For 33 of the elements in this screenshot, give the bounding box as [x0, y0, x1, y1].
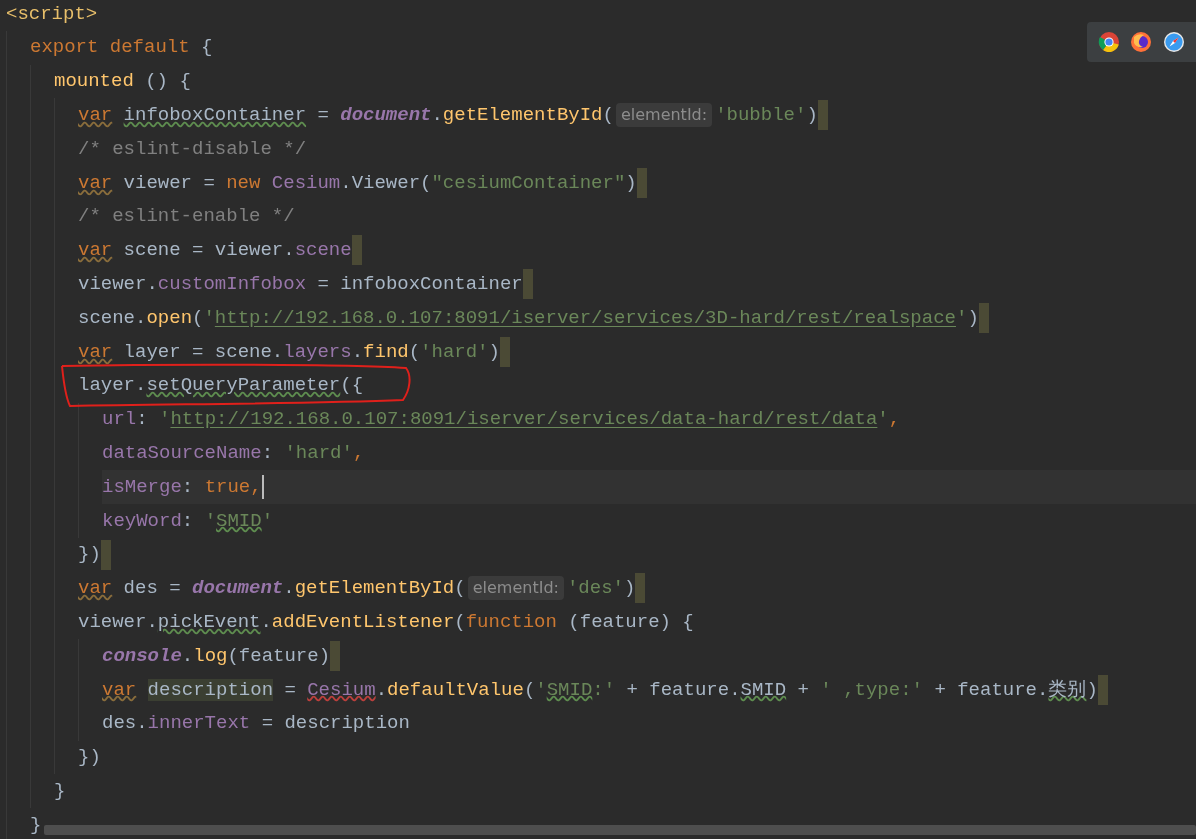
- compass-icon[interactable]: [1162, 31, 1185, 53]
- parameter-hint: elementId:: [615, 103, 713, 128]
- horizontal-scrollbar[interactable]: [44, 825, 1196, 835]
- code-text: mounted () {: [54, 69, 191, 95]
- code-text: }: [54, 778, 66, 804]
- code-text: viewer.customInfobox = infoboxContainer: [78, 272, 523, 297]
- code-text: /* eslint-enable */: [78, 204, 295, 230]
- code-text: }: [30, 812, 42, 838]
- code-text: url: 'http://192.168.0.107:8091/iserver/services/data-hard/rest/data',: [102, 407, 901, 433]
- code-text: var scene = viewer.scene: [78, 238, 352, 264]
- code-text: <script>: [6, 1, 98, 27]
- code-text: scene.open('http://192.168.0.107:8091/iserver/services/3D-hard/rest/realspace'): [78, 305, 979, 331]
- browser-icon[interactable]: [1098, 31, 1121, 53]
- code-text: var description = Cesium.defaultValue('SMID:' + feature.SMID + ' ,type:' + feature.类别): [102, 677, 1098, 703]
- code-text: /* eslint-disable */: [78, 136, 307, 162]
- code-text: var layer = scene.layers.find('hard'): [78, 339, 500, 365]
- code-text: var des = document.getElementById(: [78, 576, 466, 602]
- code-text: des.innerText = description: [102, 711, 410, 737]
- parameter-hint: elementId:: [467, 576, 564, 601]
- code-text: console.log(feature): [102, 643, 331, 669]
- code-text: export default {: [30, 35, 213, 61]
- code-text: 'bubble'): [715, 103, 818, 129]
- code-text: dataSourceName: 'hard',: [102, 441, 365, 466]
- browser-icon[interactable]: [1130, 31, 1153, 53]
- code-text: viewer.pickEvent.addEventListener(function (feature) {: [78, 610, 694, 635]
- code-text: }): [78, 542, 101, 568]
- code-text: layer.setQueryParameter({: [78, 373, 364, 399]
- code-text: }): [78, 745, 101, 771]
- code-text: var infoboxContainer = document.getElementById(: [78, 103, 614, 129]
- code-text: 'des'): [566, 576, 636, 602]
- code-text: keyWord: 'SMID': [102, 508, 274, 534]
- code-text: isMerge: true,: [102, 474, 262, 500]
- code-text: var viewer = new Cesium.Viewer("cesiumContainer"): [78, 170, 637, 196]
